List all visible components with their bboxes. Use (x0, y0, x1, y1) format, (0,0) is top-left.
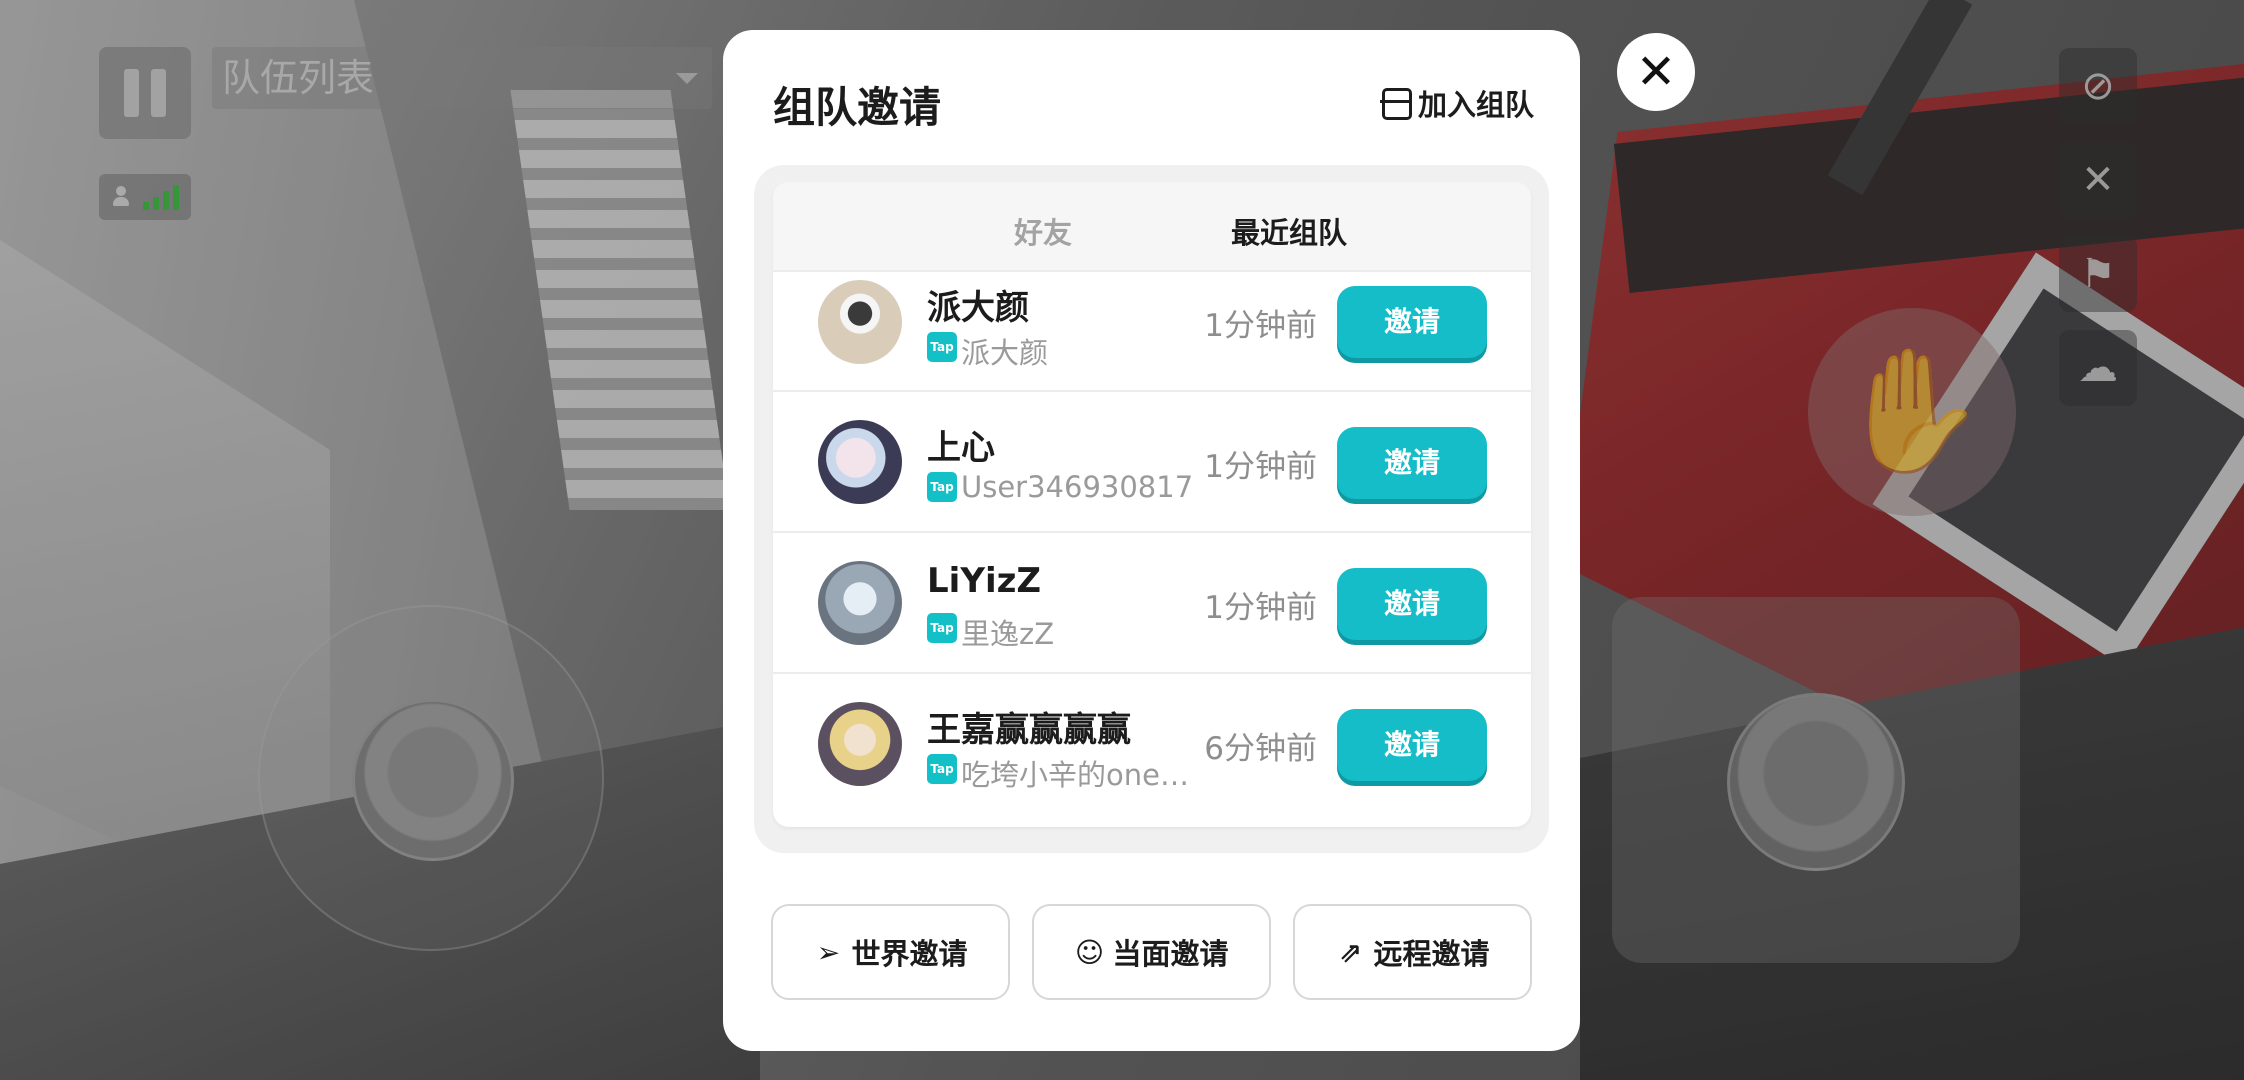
avatar (818, 420, 902, 504)
invite-button[interactable]: 邀请 (1337, 286, 1487, 358)
tap-badge: Tap (927, 472, 957, 502)
player-sub-name: 派大颜 (961, 336, 1049, 370)
close-icon: ✕ (1635, 44, 1677, 100)
player-name: 王嘉赢赢赢赢 (927, 710, 1131, 750)
join-team-button[interactable]: 加入组队 (1379, 82, 1534, 124)
remote-invite-label: 远程邀请 (1373, 937, 1490, 971)
avatar (818, 561, 902, 645)
dialog-title: 组队邀请 (773, 83, 942, 132)
tap-badge: Tap (927, 613, 957, 643)
tab-recent-teams[interactable]: 最近组队 (1231, 210, 1347, 252)
list-item: 上心 Tap User346930817 1分钟前 邀请 (773, 392, 1531, 533)
player-name: 派大颜 (927, 288, 1029, 328)
list-item: 派大颜 Tap 派大颜 1分钟前 邀请 (773, 272, 1531, 392)
last-played-time: 1分钟前 (1204, 308, 1317, 344)
avatar (818, 280, 902, 364)
invite-list-card: 好友 最近组队 派大颜 Tap 派大颜 1分钟前 邀请 上心 Tap User3… (773, 182, 1531, 827)
last-played-time: 1分钟前 (1204, 590, 1317, 626)
player-name: LiYizZ (927, 561, 1042, 601)
player-name: 上心 (927, 428, 995, 468)
world-invite-label: 世界邀请 (851, 937, 968, 971)
join-team-label: 加入组队 (1417, 88, 1534, 122)
face-to-face-invite-button[interactable]: ☺ 当面邀请 (1032, 904, 1271, 1000)
close-button[interactable]: ✕ (1617, 33, 1695, 111)
team-invite-dialog: 组队邀请 加入组队 好友 最近组队 派大颜 Tap 派大颜 1分钟前 邀请 上心 (723, 30, 1580, 1051)
player-sub-name: 里逸zZ (961, 617, 1055, 651)
face-icon: ☺ (1074, 935, 1105, 969)
remote-invite-button[interactable]: ⇗ 远程邀请 (1293, 904, 1532, 1000)
world-invite-button[interactable]: ➢ 世界邀请 (771, 904, 1010, 1000)
face-to-face-invite-label: 当面邀请 (1112, 937, 1229, 971)
share-icon: ⇗ (1338, 935, 1363, 969)
invite-button[interactable]: 邀请 (1337, 427, 1487, 499)
scan-icon (1379, 88, 1412, 120)
invite-button[interactable]: 邀请 (1337, 568, 1487, 640)
tap-badge: Tap (927, 332, 957, 362)
last-played-time: 6分钟前 (1204, 731, 1317, 767)
tab-friends[interactable]: 好友 (1014, 210, 1072, 252)
invite-methods: ➢ 世界邀请 ☺ 当面邀请 ⇗ 远程邀请 (771, 904, 1532, 1000)
avatar (818, 702, 902, 786)
tab-bar: 好友 最近组队 (773, 182, 1531, 272)
player-sub-name: User346930817 (961, 470, 1194, 504)
send-icon: ➢ (816, 935, 841, 969)
invite-list-panel: 好友 最近组队 派大颜 Tap 派大颜 1分钟前 邀请 上心 Tap User3… (754, 165, 1549, 853)
list-item: LiYizZ Tap 里逸zZ 1分钟前 邀请 (773, 533, 1531, 674)
last-played-time: 1分钟前 (1204, 449, 1317, 485)
list-item: 王嘉赢赢赢赢 Tap 吃垮小辛的one… 6分钟前 邀请 (773, 674, 1531, 815)
invite-button[interactable]: 邀请 (1337, 709, 1487, 781)
tap-badge: Tap (927, 754, 957, 784)
player-sub-name: 吃垮小辛的one… (961, 758, 1189, 792)
